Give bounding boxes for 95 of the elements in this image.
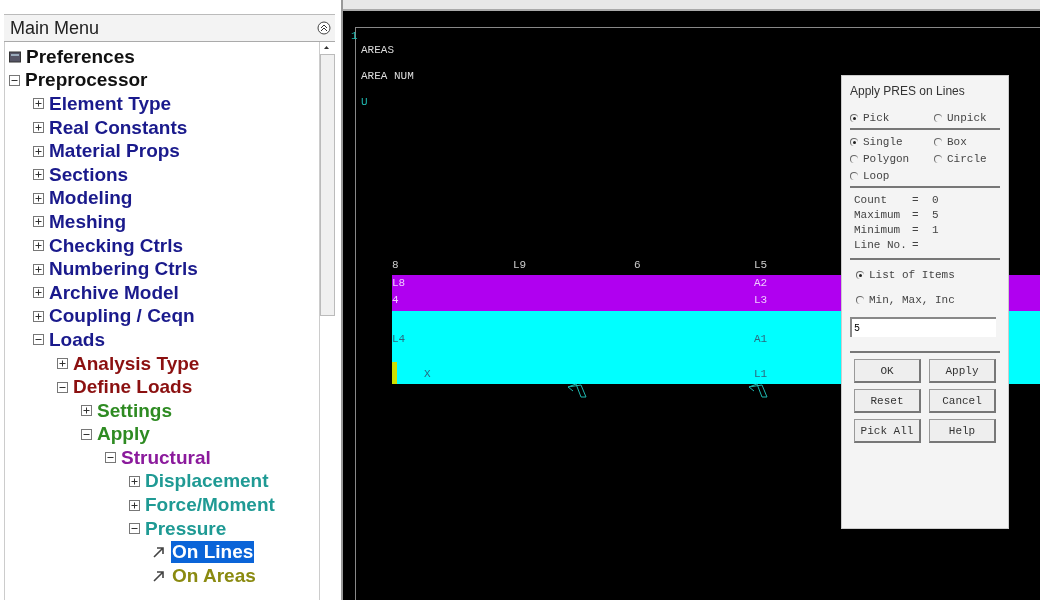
scroll-thumb[interactable] <box>320 54 335 316</box>
expand-icon[interactable] <box>129 476 140 487</box>
stat-value: 1 <box>932 224 940 238</box>
dialog-button[interactable]: Pick All <box>854 419 921 443</box>
menu-item[interactable]: Settings <box>96 399 173 422</box>
expand-icon[interactable] <box>57 358 68 369</box>
radio-option[interactable]: Circle <box>934 153 1000 165</box>
expand-icon[interactable] <box>33 122 44 134</box>
menu-item[interactable]: On Areas <box>171 564 257 587</box>
radio-option[interactable]: List of Items <box>856 269 1000 281</box>
equals-sign: = <box>912 209 920 223</box>
collapse-icon[interactable] <box>33 334 44 346</box>
radio-option[interactable]: Polygon <box>850 153 934 165</box>
scrollbar[interactable] <box>319 42 335 600</box>
collapse-up-icon[interactable] <box>317 21 331 35</box>
node-label: L5 <box>754 259 768 271</box>
stat-value: 0 <box>932 194 940 208</box>
menu-item[interactable]: Sections <box>48 163 130 186</box>
menu-item[interactable]: Material Props <box>48 140 181 163</box>
menu-item[interactable]: Coupling / Ceqn <box>48 305 196 328</box>
collapse-icon[interactable] <box>9 74 20 86</box>
area-label: X <box>424 368 431 380</box>
stat-label: Line No. <box>854 239 908 253</box>
menu-item[interactable]: Checking Ctrls <box>48 234 185 257</box>
equals-sign: = <box>912 239 920 253</box>
collapse-icon[interactable] <box>57 381 68 393</box>
menu-item[interactable]: Preprocessor <box>24 69 149 92</box>
support-icon <box>567 383 587 399</box>
area-label: A1 <box>754 333 768 345</box>
menu-item[interactable]: Loads <box>48 328 106 351</box>
expand-icon[interactable] <box>81 405 92 417</box>
settings-panel-icon <box>9 50 21 63</box>
collapse-icon[interactable] <box>105 452 116 464</box>
expand-icon[interactable] <box>33 310 44 322</box>
plot-label: AREAS <box>361 44 394 56</box>
radio-option[interactable]: Loop <box>850 170 934 182</box>
menu-item[interactable]: Numbering Ctrls <box>48 258 199 281</box>
stat-label: Maximum <box>854 209 902 223</box>
expand-icon[interactable] <box>33 263 44 275</box>
dialog-title: Apply PRES on Lines <box>850 84 966 98</box>
expand-icon[interactable] <box>33 216 44 228</box>
area-label: L4 <box>392 333 406 345</box>
menu-title: Main Menu <box>10 17 100 39</box>
area-label: L1 <box>754 368 768 380</box>
dialog-button[interactable]: Apply <box>929 359 996 383</box>
menu-item[interactable]: Preferences <box>25 45 136 68</box>
expand-icon[interactable] <box>33 192 44 204</box>
area-label: A2 <box>754 277 768 289</box>
expand-icon[interactable] <box>33 98 44 110</box>
expand-icon[interactable] <box>33 145 44 157</box>
arrow-icon <box>153 569 167 582</box>
radio-option[interactable]: Unpick <box>934 112 1000 124</box>
input-field[interactable]: 5 <box>850 317 996 337</box>
node-label: L9 <box>513 259 527 271</box>
dialog-button[interactable]: Cancel <box>929 389 996 413</box>
menu-item[interactable]: Modeling <box>48 187 134 210</box>
radio-option[interactable]: Single <box>850 136 934 148</box>
equals-sign: = <box>912 224 920 238</box>
plot-label: 1 <box>351 30 358 42</box>
area-label: L3 <box>754 294 768 306</box>
dialog-button[interactable]: OK <box>854 359 921 383</box>
expand-icon[interactable] <box>33 169 44 181</box>
menu-item[interactable]: Define Loads <box>72 376 194 399</box>
expand-icon[interactable] <box>33 287 44 299</box>
expand-icon[interactable] <box>33 240 44 252</box>
collapse-icon[interactable] <box>129 523 140 535</box>
stat-label: Count <box>854 194 888 208</box>
menu-item[interactable]: Apply <box>96 423 151 446</box>
area-label: 4 <box>392 294 399 306</box>
radio-option[interactable]: Box <box>934 136 1000 148</box>
radio-option[interactable]: Pick <box>850 112 934 124</box>
stat-value: 5 <box>932 209 940 223</box>
radio-option[interactable]: Min, Max, Inc <box>856 294 1000 306</box>
equals-sign: = <box>912 194 920 208</box>
menu-item[interactable]: Meshing <box>48 210 128 233</box>
dialog-button[interactable]: Reset <box>854 389 921 413</box>
area-label: L8 <box>392 277 406 289</box>
graphics-window[interactable] <box>343 9 1040 600</box>
menu-item[interactable]: Element Type <box>48 93 173 115</box>
menu-item[interactable]: Structural <box>120 446 212 469</box>
stat-label: Minimum <box>854 224 902 238</box>
plot-label: U <box>361 96 368 108</box>
menu-item[interactable]: Archive Model <box>48 281 180 304</box>
menu-item[interactable]: Analysis Type <box>72 352 201 375</box>
collapse-icon[interactable] <box>81 428 92 440</box>
support-icon <box>748 383 768 399</box>
node-label: 8 <box>392 259 399 271</box>
dialog-button[interactable]: Help <box>929 419 996 443</box>
expand-icon[interactable] <box>129 499 140 511</box>
axis-triad-icon <box>392 362 397 384</box>
menu-item[interactable]: On Lines <box>171 541 255 564</box>
arrow-icon <box>153 546 167 559</box>
plot-label: AREA NUM <box>361 70 414 82</box>
menu-item[interactable]: Real Constants <box>48 116 189 139</box>
node-label: 6 <box>634 259 641 271</box>
